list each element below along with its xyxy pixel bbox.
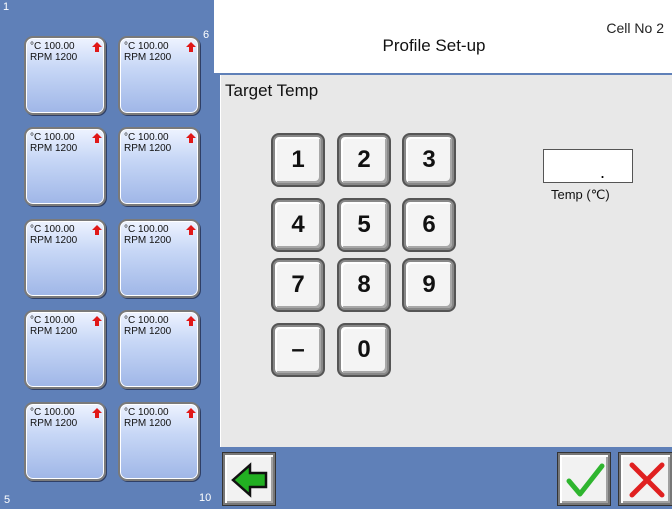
cell-rpm: RPM 1200 (30, 143, 78, 154)
up-arrow-icon (186, 225, 196, 235)
up-arrow-icon (186, 408, 196, 418)
temp-value: . (600, 162, 606, 182)
corner-label-top-right: 6 (203, 29, 210, 41)
up-arrow-icon (92, 225, 102, 235)
confirm-button[interactable] (558, 453, 610, 505)
cell-rpm: RPM 1200 (30, 326, 78, 337)
cell-tile[interactable]: °C 100.00 RPM 1200 (118, 219, 200, 298)
check-icon (566, 463, 605, 497)
cell-number: Cell No 2 (606, 20, 664, 36)
main-panel: Target Temp 1 2 3 4 5 6 7 8 9 –0 . Temp (℃) (214, 73, 672, 449)
cell-temp: °C 100.00 (30, 224, 75, 235)
key-9[interactable]: 9 (404, 260, 454, 310)
cell-tile[interactable]: °C 100.00 RPM 1200 (118, 127, 200, 206)
cell-temp: °C 100.00 (124, 315, 169, 326)
up-arrow-icon (186, 316, 196, 326)
key-0[interactable]: 0 (339, 325, 389, 375)
cell-temp: °C 100.00 (30, 407, 75, 418)
cell-temp: °C 100.00 (124, 41, 169, 52)
key-2[interactable]: 2 (339, 135, 389, 185)
left-arrow-icon (231, 462, 268, 498)
up-arrow-icon (92, 42, 102, 52)
cell-tile[interactable]: °C 100.00 RPM 1200 (118, 36, 200, 115)
cell-tile[interactable]: °C 100.00 RPM 1200 (24, 310, 106, 389)
cell-tile[interactable]: °C 100.00 RPM 1200 (24, 219, 106, 298)
cell-temp: °C 100.00 (124, 224, 169, 235)
key-3[interactable]: 3 (404, 135, 454, 185)
cell-rpm: RPM 1200 (30, 418, 78, 429)
cell-rpm: RPM 1200 (124, 326, 172, 337)
up-arrow-icon (186, 42, 196, 52)
keypad-panel: Target Temp 1 2 3 4 5 6 7 8 9 –0 . Temp (℃) (220, 75, 672, 447)
key-6[interactable]: 6 (404, 200, 454, 250)
cell-temp: °C 100.00 (30, 41, 75, 52)
cell-rpm: RPM 1200 (124, 235, 172, 246)
cell-tile[interactable]: °C 100.00 RPM 1200 (24, 402, 106, 481)
key-minus[interactable]: – (273, 325, 323, 375)
cell-rpm: RPM 1200 (30, 52, 78, 63)
key-5[interactable]: 5 (339, 200, 389, 250)
cell-temp: °C 100.00 (124, 132, 169, 143)
back-button[interactable] (223, 453, 275, 505)
up-arrow-icon (92, 133, 102, 143)
cell-rpm: RPM 1200 (124, 143, 172, 154)
up-arrow-icon (92, 408, 102, 418)
cell-temp: °C 100.00 (30, 132, 75, 143)
up-arrow-icon (186, 133, 196, 143)
header: Profile Set-up Cell No 2 (214, 0, 672, 73)
cell-rpm: RPM 1200 (124, 52, 172, 63)
up-arrow-icon (92, 316, 102, 326)
key-7[interactable]: 7 (273, 260, 323, 310)
cross-icon (629, 462, 665, 498)
cell-temp: °C 100.00 (30, 315, 75, 326)
key-8[interactable]: 8 (339, 260, 389, 310)
cell-tile[interactable]: °C 100.00 RPM 1200 (118, 310, 200, 389)
cancel-button[interactable] (619, 453, 672, 505)
cell-tile[interactable]: °C 100.00 RPM 1200 (24, 127, 106, 206)
corner-label-top-left: 1 (3, 1, 10, 13)
cell-tile[interactable]: °C 100.00 RPM 1200 (24, 36, 106, 115)
page-title: Profile Set-up (382, 36, 486, 55)
temp-input[interactable]: . (543, 149, 633, 183)
cell-rpm: RPM 1200 (124, 418, 172, 429)
key-1[interactable]: 1 (273, 135, 323, 185)
cell-rpm: RPM 1200 (30, 235, 78, 246)
corner-label-bottom-right: 10 (199, 492, 212, 504)
footer-bar (214, 449, 672, 509)
temp-label: Temp (℃) (551, 187, 610, 202)
cell-tile[interactable]: °C 100.00 RPM 1200 (118, 402, 200, 481)
corner-label-bottom-left: 5 (4, 494, 11, 506)
key-4[interactable]: 4 (273, 200, 323, 250)
cell-sidebar: 1 6 5 10 °C 100.00 RPM 1200 °C 100.00 RPM 1… (0, 0, 214, 509)
section-label: Target Temp (225, 81, 319, 100)
cell-temp: °C 100.00 (124, 407, 169, 418)
